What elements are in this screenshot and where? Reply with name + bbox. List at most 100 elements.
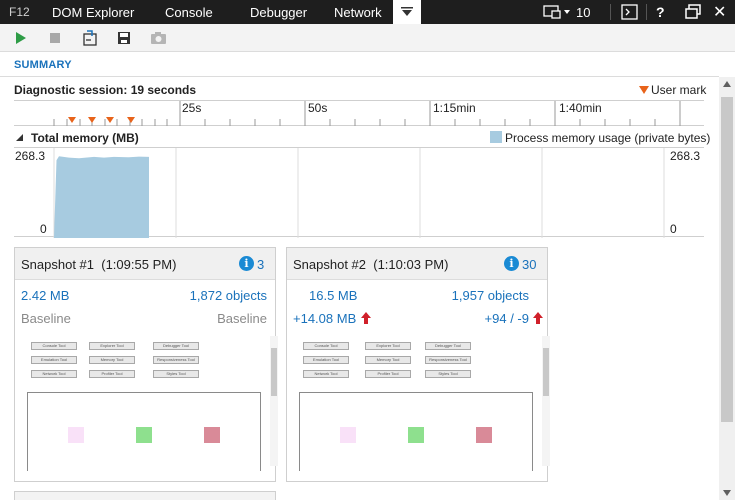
- tab-network[interactable]: Network: [334, 5, 382, 20]
- snapshot-header: Snapshot #1 (1:09:55 PM) i 3: [15, 248, 275, 280]
- red-square: [204, 427, 220, 443]
- save-icon[interactable]: [116, 30, 132, 46]
- scroll-down-icon[interactable]: [723, 490, 731, 496]
- undock-button[interactable]: [684, 0, 702, 24]
- scroll-up-icon[interactable]: [723, 81, 731, 87]
- thumb-button: Styles Tool: [153, 370, 199, 378]
- thumb-content-frame: [299, 392, 533, 471]
- snapshot-time: (1:09:55 PM): [101, 257, 177, 272]
- thumb-button: Memory Tool: [89, 356, 135, 364]
- toolbar-divider: [610, 4, 611, 20]
- memory-chart-plot: [53, 148, 665, 238]
- increase-arrow-icon: [533, 312, 543, 324]
- snapshot-card[interactable]: Snapshot #1 (1:09:55 PM) i 3 2.42 MB 1,8…: [14, 247, 278, 482]
- thumb-button: Console Tool: [303, 342, 349, 350]
- console-toggle-button[interactable]: [621, 0, 639, 24]
- y-axis-min-label: 0: [40, 222, 47, 236]
- scrollbar-thumb[interactable]: [721, 97, 733, 422]
- close-button[interactable]: ✕: [713, 2, 726, 26]
- thumb-button: Explorer Tool: [365, 342, 411, 350]
- thumb-button: Console Tool: [31, 342, 77, 350]
- monitor-icon: [543, 5, 570, 19]
- pink-square: [340, 427, 356, 443]
- snapshot-card[interactable]: Snapshot #2 (1:10:03 PM) i 30 16.5 MB 1,…: [286, 247, 550, 482]
- emulation-button[interactable]: [543, 0, 573, 24]
- thumb-button: Explorer Tool: [89, 342, 135, 350]
- snapshot-objects[interactable]: 1,872 objects: [190, 288, 267, 303]
- snapshot-time: (1:10:03 PM): [373, 257, 449, 272]
- thumb-button: Profiler Tool: [89, 370, 135, 378]
- console-icon: [621, 4, 638, 20]
- tab-more-tools[interactable]: [393, 0, 421, 24]
- play-icon[interactable]: [13, 30, 29, 46]
- summary-heading: SUMMARY: [14, 59, 72, 71]
- thumb-button: Responsiveness Tool: [425, 356, 471, 364]
- vertical-scrollbar[interactable]: [719, 77, 735, 500]
- snapshot-card-partial[interactable]: [14, 491, 276, 500]
- snapshot-screenshot: Console Tool Explorer Tool Debugger Tool…: [293, 334, 550, 471]
- info-icon: i: [239, 256, 254, 271]
- memory-chart-title: Total memory (MB): [31, 131, 139, 145]
- legend-label: Process memory usage (private bytes): [505, 131, 711, 145]
- user-mark[interactable]: [68, 117, 76, 123]
- thumb-button: Memory Tool: [365, 356, 411, 364]
- import-icon[interactable]: [82, 30, 98, 46]
- snapshot-info-count[interactable]: 30: [522, 257, 536, 272]
- memory-area-series: [54, 156, 149, 238]
- thumb-button: Network Tool: [303, 370, 349, 378]
- toolbar-divider: [646, 4, 647, 20]
- thumb-button: Emulation Tool: [31, 356, 77, 364]
- snapshot-size[interactable]: 2.42 MB: [21, 288, 69, 303]
- pink-square: [68, 427, 84, 443]
- user-mark[interactable]: [106, 117, 114, 123]
- red-square: [476, 427, 492, 443]
- snapshot-info-count[interactable]: 3: [257, 257, 264, 272]
- session-duration: Diagnostic session: 19 seconds: [14, 83, 197, 97]
- ruler-label: 50s: [308, 101, 328, 115]
- snapshot-title: Snapshot #1 (1:09:55 PM): [21, 257, 176, 272]
- snapshot-objects-diff[interactable]: +94 / -9: [485, 311, 529, 326]
- thumb-button: Styles Tool: [425, 370, 471, 378]
- divider: [0, 76, 719, 77]
- snapshot-size-diff[interactable]: +14.08 MB: [293, 311, 356, 326]
- snapshot-size[interactable]: 16.5 MB: [309, 288, 357, 303]
- snapshot-objects[interactable]: 1,957 objects: [452, 288, 529, 303]
- devtools-tab-bar: F12 DOM Explorer Console Debugger Networ…: [0, 0, 735, 24]
- thumb-button: Emulation Tool: [303, 356, 349, 364]
- snapshot-screenshot: Console Tool Explorer Tool Debugger Tool…: [21, 334, 278, 471]
- memory-chart[interactable]: [14, 147, 704, 238]
- snapshot-objects-diff: Baseline: [217, 311, 267, 326]
- user-mark[interactable]: [88, 117, 96, 123]
- tab-dom-explorer[interactable]: DOM Explorer: [52, 5, 134, 20]
- f12-label: F12: [9, 5, 30, 19]
- thumb-content-frame: [27, 392, 261, 471]
- increase-arrow-icon: [361, 312, 371, 324]
- emulation-count: 10: [576, 5, 591, 20]
- snapshot-name: Snapshot #1: [21, 257, 95, 272]
- snapshot-title: Snapshot #2 (1:10:03 PM): [293, 257, 448, 272]
- thumb-button: Profiler Tool: [365, 370, 411, 378]
- thumb-scrollbar: [270, 336, 278, 466]
- snapshot-name: Snapshot #2: [293, 257, 367, 272]
- y-axis-max-label: 268.3: [15, 149, 46, 163]
- snapshot-size-diff: Baseline: [21, 311, 71, 326]
- memory-toolbar: [0, 24, 735, 52]
- camera-icon[interactable]: [150, 30, 166, 46]
- ruler-label: 1:40min: [559, 101, 602, 115]
- user-mark[interactable]: [127, 117, 135, 123]
- user-mark-icon: [639, 86, 649, 94]
- stop-icon[interactable]: [47, 30, 63, 46]
- y-axis-min-label-right: 0: [670, 222, 677, 236]
- thumb-button: Network Tool: [31, 370, 77, 378]
- info-icon: i: [504, 256, 519, 271]
- thumb-button: Responsiveness Tool: [153, 356, 199, 364]
- thumb-button: Debugger Tool: [153, 342, 199, 350]
- tab-debugger[interactable]: Debugger: [250, 5, 307, 20]
- collapse-caret-icon[interactable]: [16, 134, 24, 142]
- snapshot-header: Snapshot #2 (1:10:03 PM) i 30: [287, 248, 547, 280]
- tab-console[interactable]: Console: [165, 5, 213, 20]
- undock-icon: [685, 4, 701, 19]
- user-mark-legend: User mark: [651, 83, 707, 97]
- ruler-label: 25s: [182, 101, 202, 115]
- legend-swatch: [490, 131, 502, 143]
